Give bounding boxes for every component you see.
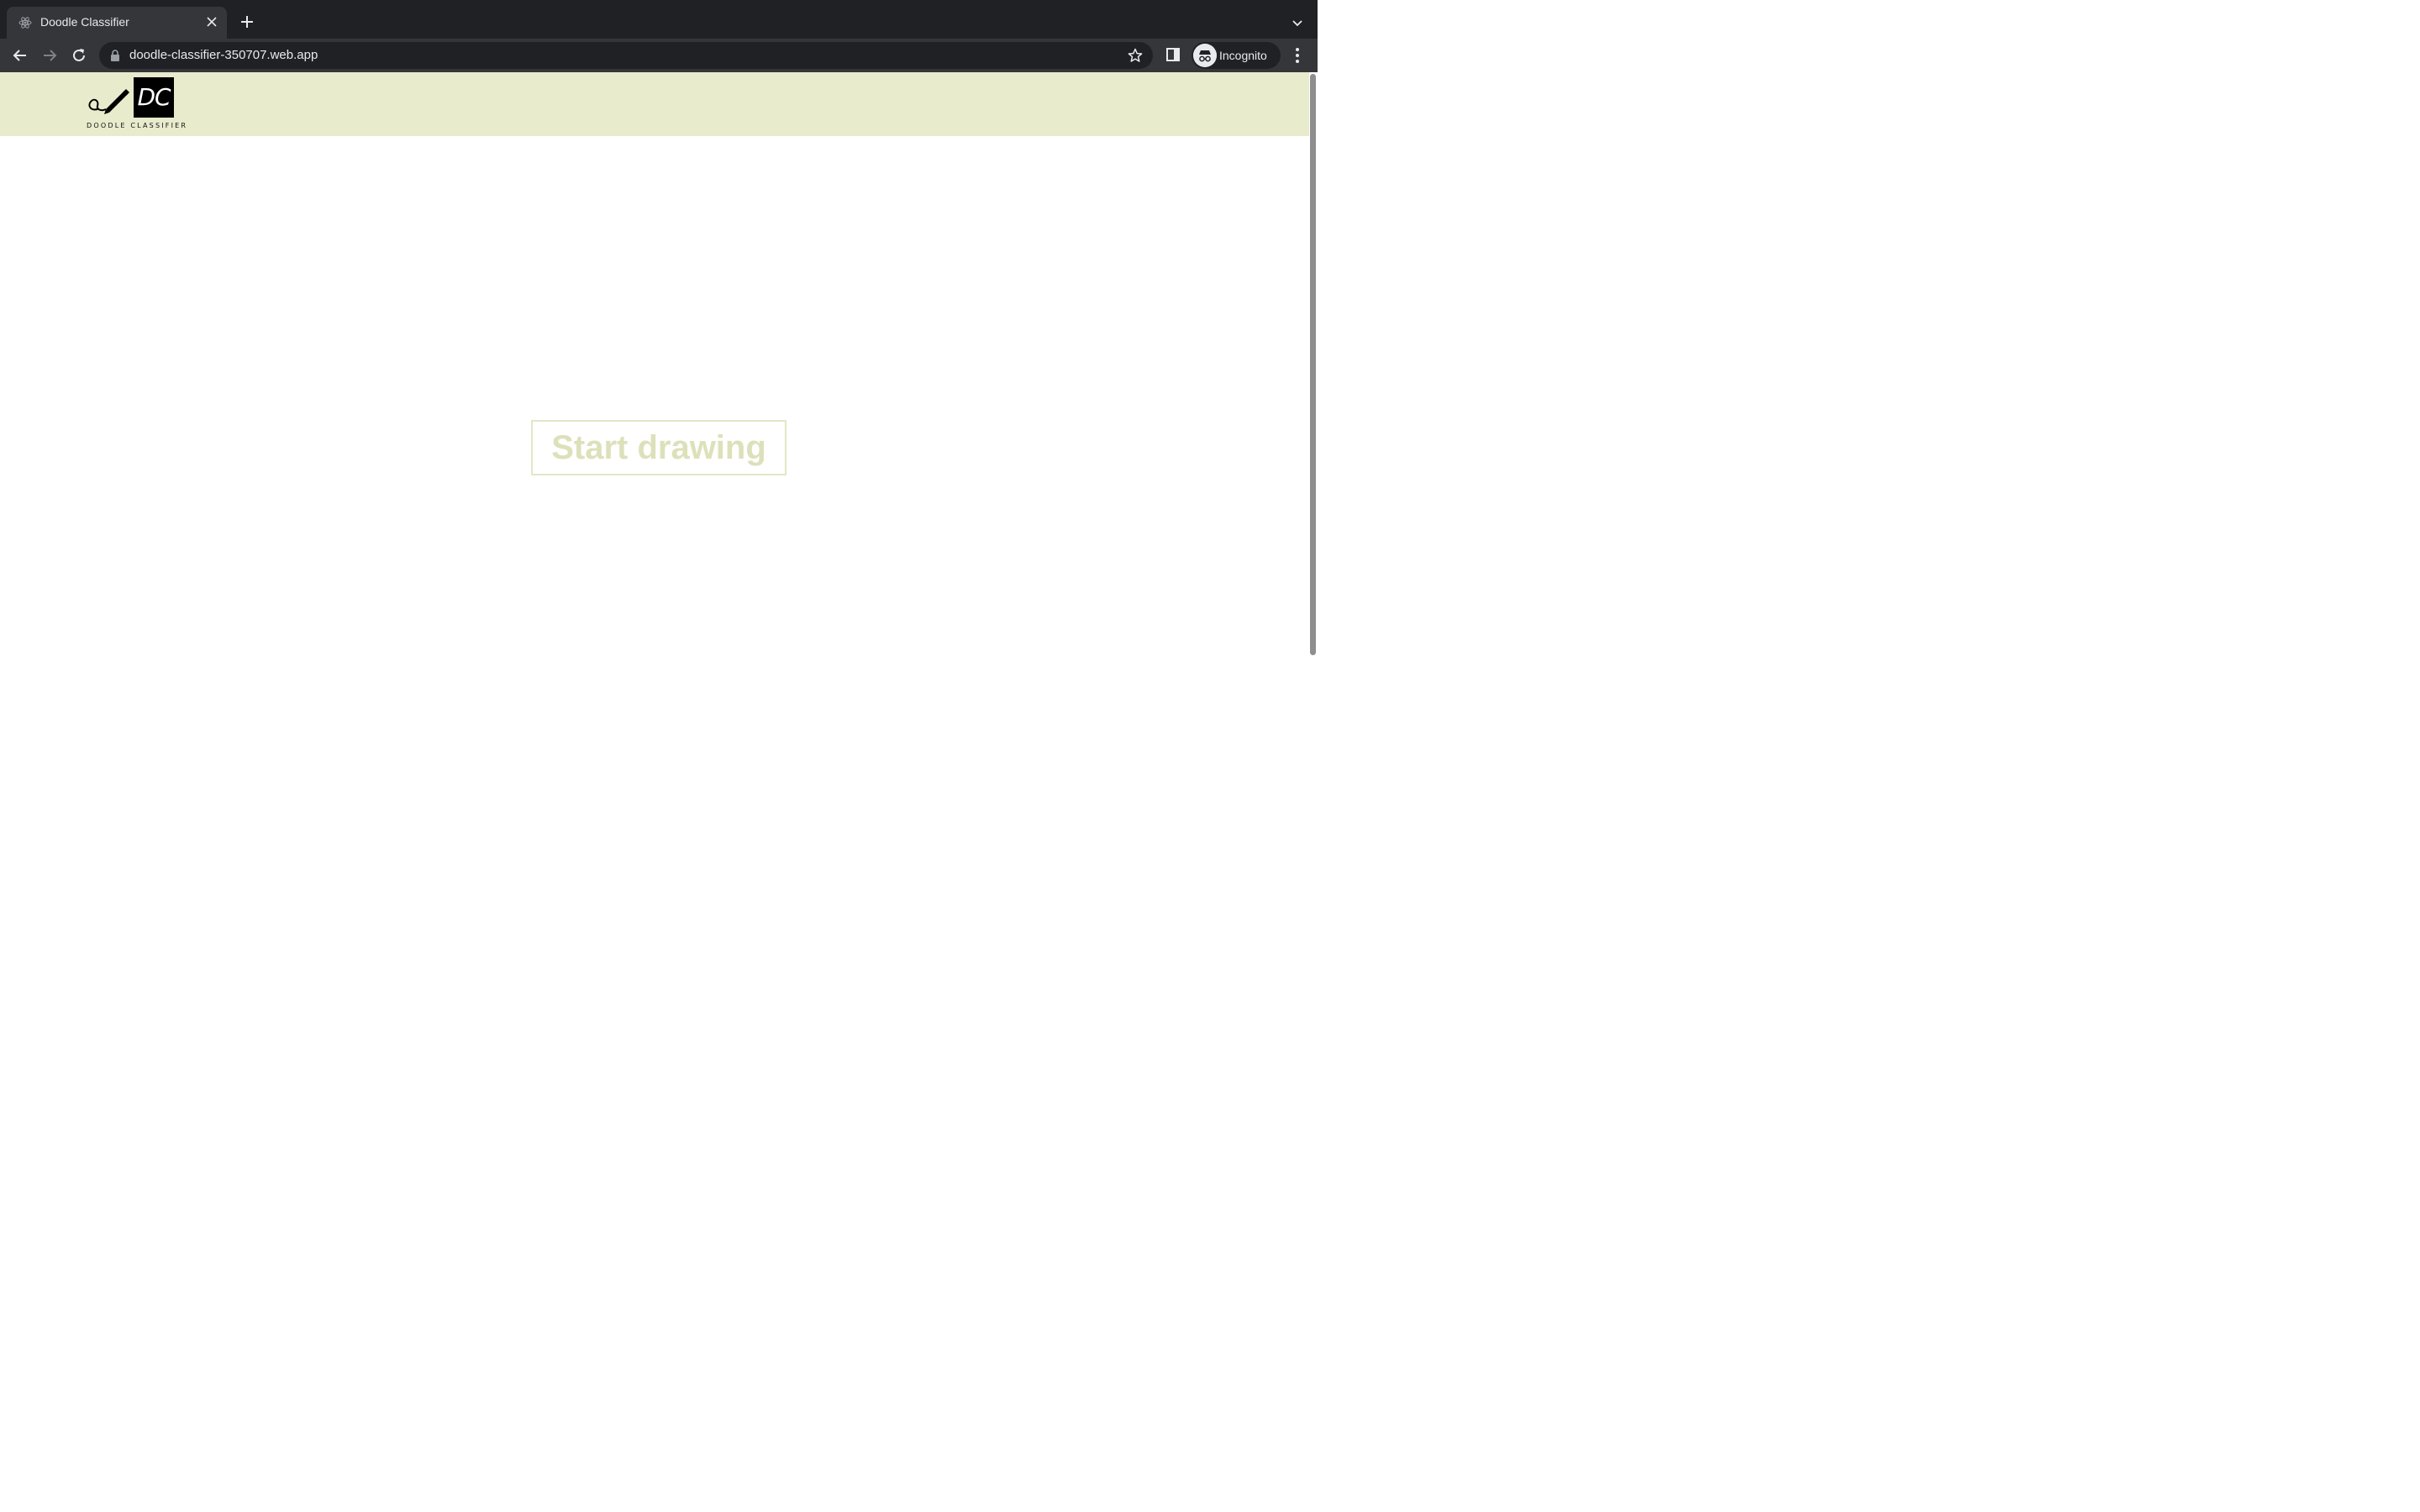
- browser-toolbar: doodle-classifier-350707.web.app Incogni…: [0, 39, 1318, 72]
- back-arrow-icon[interactable]: [11, 46, 29, 65]
- profile-chip[interactable]: Incognito: [1192, 42, 1281, 69]
- browser-tab[interactable]: Doodle Classifier: [7, 7, 227, 39]
- logo-mark: DC: [134, 77, 174, 118]
- incognito-icon: [1193, 44, 1217, 67]
- browser-tabstrip: Doodle Classifier: [0, 0, 1318, 39]
- star-icon[interactable]: [1128, 48, 1143, 63]
- chevron-down-icon[interactable]: [1289, 15, 1306, 32]
- tab-title: Doodle Classifier: [40, 15, 129, 29]
- react-favicon-icon: [18, 17, 32, 29]
- logo-caption: DOODLE CLASSIFIER: [87, 122, 188, 129]
- start-drawing-button[interactable]: Start drawing: [531, 420, 786, 475]
- scrollbar-thumb[interactable]: [1310, 74, 1316, 655]
- forward-arrow-icon[interactable]: [40, 46, 59, 65]
- profile-label: Incognito: [1219, 49, 1267, 62]
- url-text[interactable]: doodle-classifier-350707.web.app: [129, 48, 318, 62]
- pen-icon: [88, 89, 129, 114]
- page-viewport: DC DOODLE CLASSIFIER Start drawing: [0, 72, 1318, 823]
- plus-icon[interactable]: [238, 13, 256, 31]
- lock-icon[interactable]: [110, 50, 120, 61]
- address-bar[interactable]: doodle-classifier-350707.web.app: [99, 42, 1153, 69]
- app-header: DC DOODLE CLASSIFIER: [0, 72, 1309, 136]
- page-scrollbar[interactable]: [1309, 72, 1318, 823]
- start-drawing-label: Start drawing: [551, 428, 766, 466]
- close-icon[interactable]: [203, 13, 220, 30]
- reload-icon[interactable]: [70, 46, 88, 65]
- app-logo[interactable]: DC DOODLE CLASSIFIER: [86, 77, 186, 131]
- side-panel-icon[interactable]: [1165, 47, 1181, 62]
- kebab-menu-icon[interactable]: [1291, 46, 1304, 65]
